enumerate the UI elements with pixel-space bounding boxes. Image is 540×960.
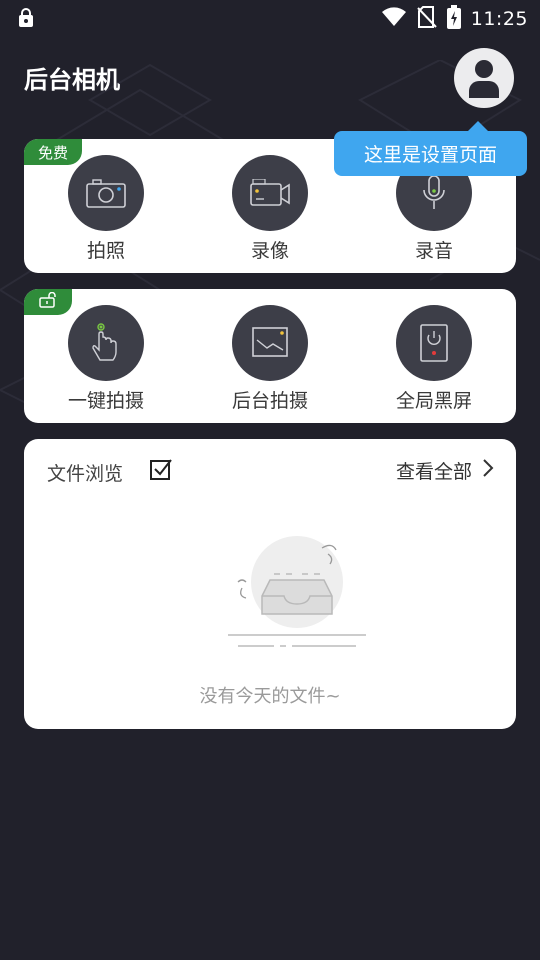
premium-features-card: 一键拍摄 后台拍摄 全局黑屏 [24, 289, 516, 423]
video-button[interactable]: 录像 [188, 155, 352, 263]
background-shoot-button[interactable]: 后台拍摄 [188, 305, 352, 413]
lock-badge-icon [18, 8, 34, 32]
power-screen-icon [396, 305, 472, 381]
view-all-label: 查看全部 [395, 461, 472, 483]
file-browser-title: 文件浏览 [47, 463, 124, 485]
video-label: 录像 [250, 240, 289, 262]
app-title: 后台相机 [24, 66, 120, 94]
video-camera-icon [232, 155, 308, 231]
user-avatar-icon[interactable] [454, 48, 514, 108]
no-sim-icon [417, 6, 437, 32]
global-black-screen-button[interactable]: 全局黑屏 [352, 305, 516, 413]
empty-state-text: 没有今天的文件~ [199, 686, 341, 707]
one-tap-shoot-button[interactable]: 一键拍摄 [24, 305, 188, 413]
file-browser-card: 文件浏览 查看全部 没有今天的文件~ [24, 439, 516, 729]
tap-finger-icon [68, 305, 144, 381]
tooltip-text: 这里是设置页面 [363, 144, 497, 166]
settings-tooltip: 这里是设置页面 [334, 121, 527, 176]
status-time: 11:25 [470, 8, 528, 30]
battery-charging-icon [446, 5, 461, 33]
photo-button[interactable]: 拍照 [24, 155, 188, 263]
photo-label: 拍照 [86, 240, 125, 262]
empty-inbox-icon [228, 536, 366, 647]
audio-label: 录音 [414, 240, 453, 262]
background-shoot-label: 后台拍摄 [231, 390, 308, 412]
status-bar: 11:25 [0, 0, 540, 36]
background-shot-icon [232, 305, 308, 381]
global-black-screen-label: 全局黑屏 [395, 390, 472, 412]
chevron-right-icon [482, 458, 494, 483]
wifi-icon [381, 7, 407, 31]
camera-icon [68, 155, 144, 231]
view-all-link[interactable]: 查看全部 [396, 457, 494, 484]
checkbox-icon[interactable] [149, 457, 173, 485]
one-tap-shoot-label: 一键拍摄 [67, 390, 144, 412]
